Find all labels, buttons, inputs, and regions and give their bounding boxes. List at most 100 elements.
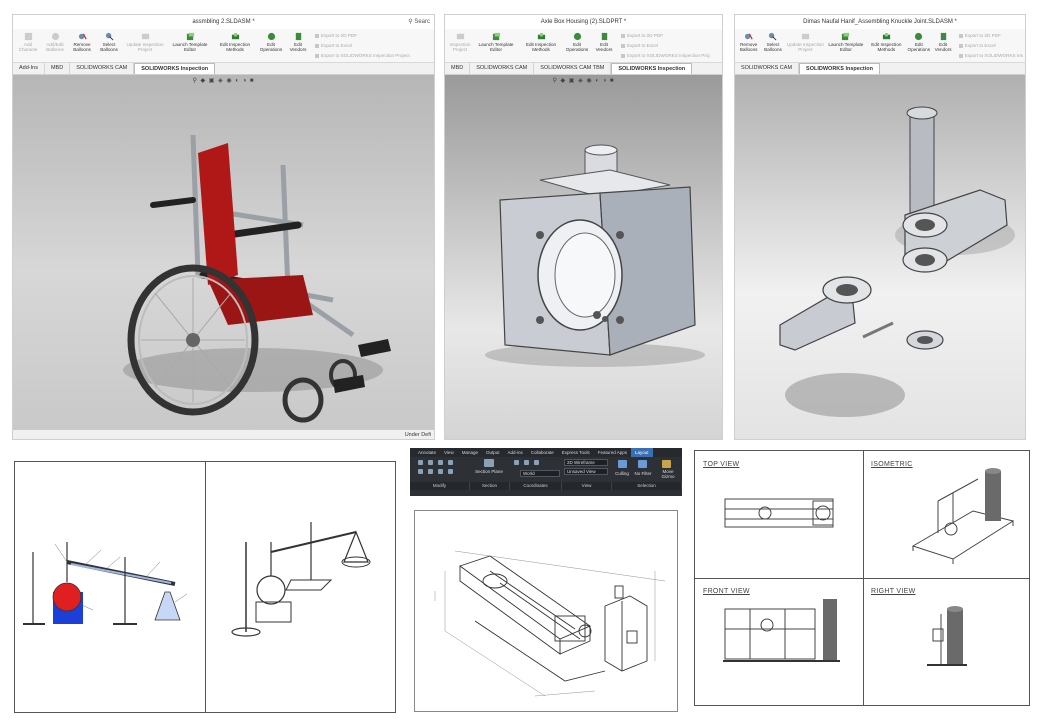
ucs-3point-icon[interactable] xyxy=(534,460,539,465)
add-edit-balloons-button[interactable]: Add/Edit Balloons xyxy=(42,31,68,61)
select-balloons-button[interactable]: Select Balloons xyxy=(761,31,784,61)
update-inspection-project-button[interactable]: Update Inspection Project xyxy=(123,31,167,61)
graphics-area[interactable] xyxy=(735,75,1025,439)
culling-button[interactable]: Culling xyxy=(612,471,632,476)
export-inspection-project-button[interactable]: Export to SOLIDWORKS Inspection Proj xyxy=(621,52,709,60)
tab-add-ins[interactable]: Add-Ins xyxy=(13,63,45,74)
export-inspection-project-button[interactable]: Export to SOLIDWORKS Inspection Project xyxy=(315,52,410,60)
button-label: Edit Operations xyxy=(259,42,283,52)
solidworks-window-axle-box: Axle Box Housing (2).SLDPRT * Inspection… xyxy=(444,14,723,440)
button-label: Add/Edit Balloons xyxy=(46,42,64,52)
section-plane-icon[interactable] xyxy=(484,459,494,467)
button-label: Launch Template Editor xyxy=(478,42,514,52)
export-inspection-project-button[interactable]: Export to SOLIDWORKS Ins xyxy=(958,52,1023,60)
remove-balloons-button[interactable]: Remove Balloons xyxy=(69,31,95,61)
ribbon-group-labels: Modify Section Coordinates View Selectio… xyxy=(410,482,682,490)
remove-balloons-button[interactable]: Remove Balloons xyxy=(737,31,760,61)
scale-icon[interactable] xyxy=(438,460,443,465)
array-icon[interactable] xyxy=(448,469,453,474)
project-icon xyxy=(456,33,464,40)
launch-template-editor-button[interactable]: Launch Template Editor xyxy=(826,31,865,61)
window-title: Dimas Naufal Hanif_Assembling Knuckle Jo… xyxy=(735,15,1025,29)
edit-inspection-methods-button[interactable]: Edit Inspection Methods xyxy=(867,31,906,61)
inspection-project-button[interactable]: Inspection Project xyxy=(447,31,473,61)
tab-mbd[interactable]: MBD xyxy=(45,63,71,74)
no-filter-button[interactable]: No Filter xyxy=(632,471,654,476)
graphics-area[interactable]: ⚲ ◆ ▣ ◈ ◉ ◐ ◑ ■ xyxy=(445,75,722,439)
visual-style-dropdown[interactable]: 2D Wireframe xyxy=(564,459,608,466)
tab-express-tools[interactable]: Express Tools xyxy=(558,448,594,457)
trim-icon[interactable] xyxy=(428,469,433,474)
window-title-text: assmbling 2.SLDASM * xyxy=(192,19,255,25)
edit-vendors-button[interactable]: Edit Vendors xyxy=(591,31,617,61)
edit-vendors-button[interactable]: Edit Vendors xyxy=(285,31,311,61)
tab-annotate[interactable]: Annotate xyxy=(414,448,440,457)
edit-operations-button[interactable]: Edit Operations xyxy=(258,31,284,61)
operations-icon xyxy=(915,32,923,41)
isometric-view-drawing xyxy=(911,468,1015,564)
move-icon[interactable] xyxy=(418,460,423,465)
move-gizmo-icon[interactable] xyxy=(662,460,671,468)
select-balloons-button[interactable]: Select Balloons xyxy=(96,31,122,61)
add-characteristic-button[interactable]: Add Characte xyxy=(15,31,41,61)
tab-collaborate[interactable]: Collaborate xyxy=(527,448,558,457)
autocad-drawing-area[interactable] xyxy=(414,510,678,712)
edit-operations-button[interactable]: Edit Operations xyxy=(907,31,930,61)
tab-solidworks-inspection[interactable]: SOLIDWORKS Inspection xyxy=(611,63,693,74)
excel-icon xyxy=(958,43,963,48)
multiview-drawing-sheet: TOP VIEW ISOMETRIC FRONT VIEW RIGHT VIEW xyxy=(694,450,1030,706)
update-icon xyxy=(141,33,149,40)
copy-icon[interactable] xyxy=(418,469,423,474)
tab-solidworks-inspection[interactable]: SOLIDWORKS Inspection xyxy=(134,63,216,74)
status-bar: Under Defi xyxy=(13,429,434,439)
rotate-icon[interactable] xyxy=(428,460,433,465)
tab-output[interactable]: Output xyxy=(482,448,504,457)
graphics-area[interactable]: ⚲ ◆ ▣ ◈ ◉ ◐ ◑ ■ xyxy=(13,75,434,429)
button-label: Inspection Project xyxy=(449,42,471,52)
ucs-origin-icon[interactable] xyxy=(524,460,529,465)
export-2d-pdf-button[interactable]: Export to 2D PDF xyxy=(621,32,709,40)
export-label: Export to Excel xyxy=(627,43,658,48)
export-excel-button[interactable]: Export to Excel xyxy=(315,42,410,50)
no-filter-icon[interactable] xyxy=(638,460,647,468)
export-excel-button[interactable]: Export to Excel xyxy=(621,42,709,50)
window-title: assmbling 2.SLDASM * ⚲ Searc xyxy=(13,15,434,29)
tab-solidworks-cam[interactable]: SOLIDWORKS CAM xyxy=(735,63,800,74)
button-label: Edit Inspection Methods xyxy=(525,42,557,52)
export-2d-pdf-button[interactable]: Export to 2D PDF xyxy=(958,32,1023,40)
fillet-icon[interactable] xyxy=(438,469,443,474)
launch-template-editor-button[interactable]: Launch Template Editor xyxy=(168,31,212,61)
tab-manage[interactable]: Manage xyxy=(458,448,482,457)
tab-mbd[interactable]: MBD xyxy=(445,63,471,74)
ucs-dropdown[interactable]: World xyxy=(520,470,560,477)
culling-icon[interactable] xyxy=(618,460,627,468)
edit-operations-button[interactable]: Edit Operations xyxy=(564,31,590,61)
tab-solidworks-cam[interactable]: SOLIDWORKS CAM xyxy=(470,63,535,74)
tab-layout[interactable]: Layout xyxy=(630,448,653,457)
named-view-dropdown[interactable]: Unsaved View xyxy=(564,468,608,475)
knuckle-joint-model xyxy=(779,106,1015,417)
ucs-icon[interactable] xyxy=(514,460,519,465)
section-plane-button[interactable]: Section Plane xyxy=(472,469,506,474)
command-manager-tabs: Add-Ins MBD SOLIDWORKS CAM SOLIDWORKS In… xyxy=(13,63,434,75)
tab-solidworks-cam[interactable]: SOLIDWORKS CAM xyxy=(70,63,135,74)
export-excel-button[interactable]: Export to Excel xyxy=(958,42,1023,50)
export-2d-pdf-button[interactable]: Export to 2D PDF xyxy=(315,32,410,40)
export-group: Export to 2D PDF Export to Excel Export … xyxy=(956,31,1023,60)
tab-add-ins[interactable]: Add-ins xyxy=(503,448,526,457)
inspection-methods-icon xyxy=(537,32,545,40)
search-box[interactable]: ⚲ Searc xyxy=(408,15,430,29)
update-inspection-project-button[interactable]: Update Inspection Project xyxy=(786,31,825,61)
tab-solidworks-cam-tbm[interactable]: SOLIDWORKS CAM TBM xyxy=(534,63,612,74)
edit-inspection-methods-button[interactable]: Edit Inspection Methods xyxy=(519,31,563,61)
export-label: Export to 2D PDF xyxy=(964,33,1001,38)
edit-inspection-methods-button[interactable]: Edit Inspection Methods xyxy=(213,31,257,61)
move-gizmo-button[interactable]: Move Gizmo xyxy=(656,469,680,479)
operations-icon xyxy=(573,32,581,41)
mirror-icon[interactable] xyxy=(448,460,453,465)
tab-view[interactable]: View xyxy=(440,448,458,457)
tab-solidworks-inspection[interactable]: SOLIDWORKS Inspection xyxy=(799,63,880,74)
launch-template-editor-button[interactable]: Launch Template Editor xyxy=(474,31,518,61)
tab-featured-apps[interactable]: Featured Apps xyxy=(594,448,631,457)
edit-vendors-button[interactable]: Edit Vendors xyxy=(931,31,954,61)
